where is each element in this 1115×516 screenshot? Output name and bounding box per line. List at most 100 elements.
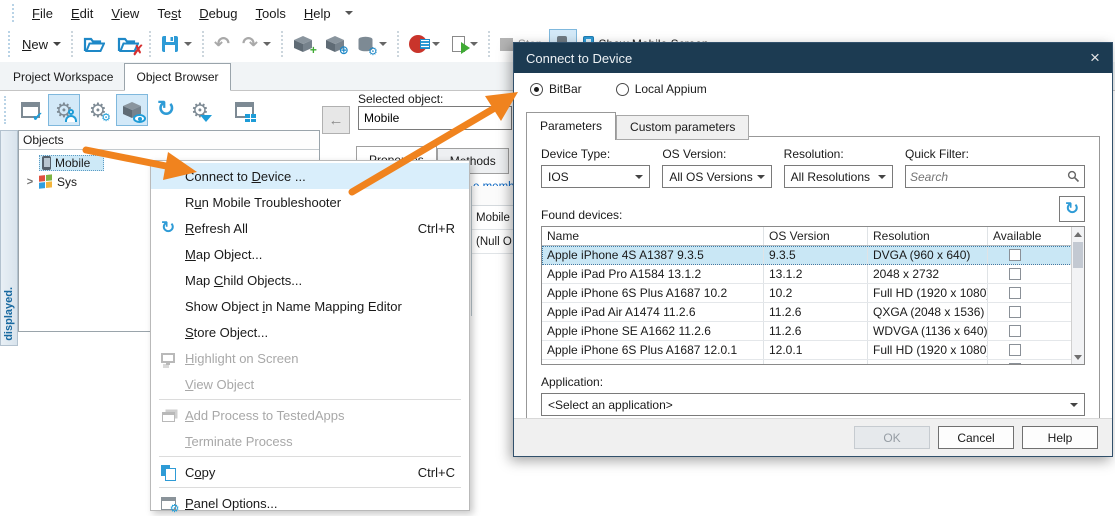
tab-object-browser[interactable]: Object Browser [124,63,230,91]
back-arrow-icon: ← [329,112,344,129]
search-input[interactable] [910,170,1067,184]
menu-item-connect-to-device[interactable]: Connect to Device ... [151,163,469,189]
stop-icon [500,38,513,51]
menu-item-view-object[interactable]: View Object [151,371,469,397]
table-scrollbar[interactable] [1071,227,1084,364]
undo-button[interactable]: ↶ [208,29,236,59]
grid-cell: (Null O [472,230,515,254]
menu-item-run-mobile-troubleshooter[interactable]: Run Mobile Troubleshooter [151,189,469,215]
column-header-available[interactable]: Available [988,227,1054,245]
scroll-up-icon[interactable] [1072,227,1084,241]
menu-test[interactable]: Test [149,3,189,24]
available-checkbox[interactable] [1009,268,1021,280]
os-version-combo[interactable]: All OS Versions [662,165,771,188]
refresh-devices-button[interactable]: ↻ [1059,196,1085,222]
panel-layout-button[interactable] [228,94,260,126]
column-header-resolution[interactable]: Resolution [868,227,988,245]
scrollbar-thumb[interactable] [1073,242,1083,268]
open-project-button[interactable] [77,29,111,59]
menu-item-map-child-objects[interactable]: Map Child Objects... [151,267,469,293]
cell-os: 12.1 [764,360,868,365]
checklist-panel-button[interactable]: ✔ [14,94,46,126]
available-checkbox[interactable] [1009,344,1021,356]
docked-panel-tab[interactable]: displayed. [0,130,18,346]
record-test-button[interactable] [403,29,446,59]
cell-os: 9.3.5 [764,246,868,264]
tree-expander-icon[interactable]: > [25,176,35,188]
radio-unselected-icon [616,83,629,96]
cancel-button[interactable]: Cancel [938,426,1014,449]
properties-grid-fragment: Mobile (Null O [471,186,515,316]
dialog-titlebar[interactable]: Connect to Device × [514,43,1112,73]
available-checkbox[interactable] [1009,287,1021,299]
menu-view[interactable]: View [103,3,147,24]
object-spy-button[interactable]: ⊕ [319,29,351,59]
table-row[interactable]: Apple iPhone 6S Plus A1687 10.2 10.2 Ful… [542,284,1084,303]
menubar-overflow-chevron-icon[interactable] [345,11,353,15]
menu-debug[interactable]: Debug [191,3,245,24]
column-header-os-version[interactable]: OS Version [764,227,868,245]
map-object-user-button[interactable]: ⚙ [48,94,80,126]
menu-tools[interactable]: Tools [248,3,294,24]
scroll-down-icon[interactable] [1072,350,1084,364]
table-row[interactable]: Apple iPad Air A1474 11.2.6 11.2.6 QXGA … [542,303,1084,322]
menu-item-copy[interactable]: Copy Ctrl+C [151,459,469,485]
chevron-down-icon [1070,403,1078,407]
radio-local-appium[interactable]: Local Appium [616,82,707,96]
toolbar-separator [149,31,151,57]
menu-item-add-process-to-testedapps[interactable]: Add Process to TestedApps [151,402,469,428]
menu-item-highlight-on-screen[interactable]: Highlight on Screen [151,345,469,371]
available-checkbox[interactable] [1009,325,1021,337]
tab-project-workspace[interactable]: Project Workspace [2,64,124,90]
filter-settings-button[interactable]: ⚙ [184,94,216,126]
os-version-label: OS Version: [662,147,771,161]
radio-label: Local Appium [635,82,707,96]
available-checkbox[interactable] [1009,363,1021,365]
selected-object-input[interactable] [358,106,512,130]
table-row[interactable]: Apple iPhone 4S A1387 9.3.5 9.3.5 DVGA (… [542,246,1084,265]
settings-button[interactable]: ⚙ ⚙ [82,94,114,126]
menu-item-store-object[interactable]: Store Object... [151,319,469,345]
menu-item-map-object[interactable]: Map Object... [151,241,469,267]
table-row[interactable]: Apple iPad Pro A1584 13.1.2 13.1.2 2048 … [542,265,1084,284]
save-button[interactable] [155,29,198,59]
redo-button[interactable]: ↷ [236,29,277,59]
cell-resolution: Full HD (1920 x 1080) [868,360,988,365]
menu-help[interactable]: Help [296,3,339,24]
table-row[interactable]: Apple iPhone 6S Plus A1687 12.0.1 12.0.1… [542,341,1084,360]
menu-item-shortcut: Ctrl+R [418,221,455,236]
column-header-name[interactable]: Name [542,227,764,245]
tab-custom-parameters[interactable]: Custom parameters [616,115,749,140]
menu-item-panel-options[interactable]: ⚙ Panel Options... [151,490,469,516]
table-row[interactable]: Apple iPhone SE A1662 11.2.6 11.2.6 WDVG… [542,322,1084,341]
resolution-combo[interactable]: All Resolutions [784,165,893,188]
table-row-clipped[interactable]: Apple iPhone 6 Plus A1524 12.1 12.1 Full… [542,360,1084,365]
refresh-button[interactable]: ↻ [150,94,182,126]
tab-parameters[interactable]: Parameters [526,112,616,140]
radio-bitbar[interactable]: BitBar [530,82,582,96]
run-test-button[interactable] [446,29,484,59]
menu-edit[interactable]: Edit [63,3,101,24]
selected-object-label: Selected object: [358,92,443,106]
data-settings-button[interactable]: ⚙ [351,29,393,59]
menu-item-label: Highlight on Screen [185,351,469,366]
menu-item-show-object-in-name-mapping-editor[interactable]: Show Object in Name Mapping Editor [151,293,469,319]
available-checkbox[interactable] [1009,306,1021,318]
available-checkbox[interactable] [1009,249,1021,261]
ok-button[interactable]: OK [854,426,930,449]
tree-item-mobile-selection[interactable]: Mobile [39,155,104,171]
menu-item-refresh-all[interactable]: ↻ Refresh All Ctrl+R [151,215,469,241]
application-combo[interactable]: <Select an application> [541,393,1085,416]
tree-item-label: Mobile [55,156,90,170]
device-type-combo[interactable]: IOS [541,165,650,188]
menu-item-terminate-process[interactable]: Terminate Process [151,428,469,454]
help-button[interactable]: Help [1022,426,1098,449]
close-project-button[interactable]: ✗ [111,29,145,59]
add-object-button[interactable]: + [287,29,319,59]
back-button[interactable]: ← [322,106,350,134]
toolbar-separator [202,31,204,57]
new-button[interactable]: New [16,29,67,59]
close-button[interactable]: × [1078,43,1112,73]
menu-file[interactable]: File [24,3,61,24]
view-object-button[interactable] [116,94,148,126]
